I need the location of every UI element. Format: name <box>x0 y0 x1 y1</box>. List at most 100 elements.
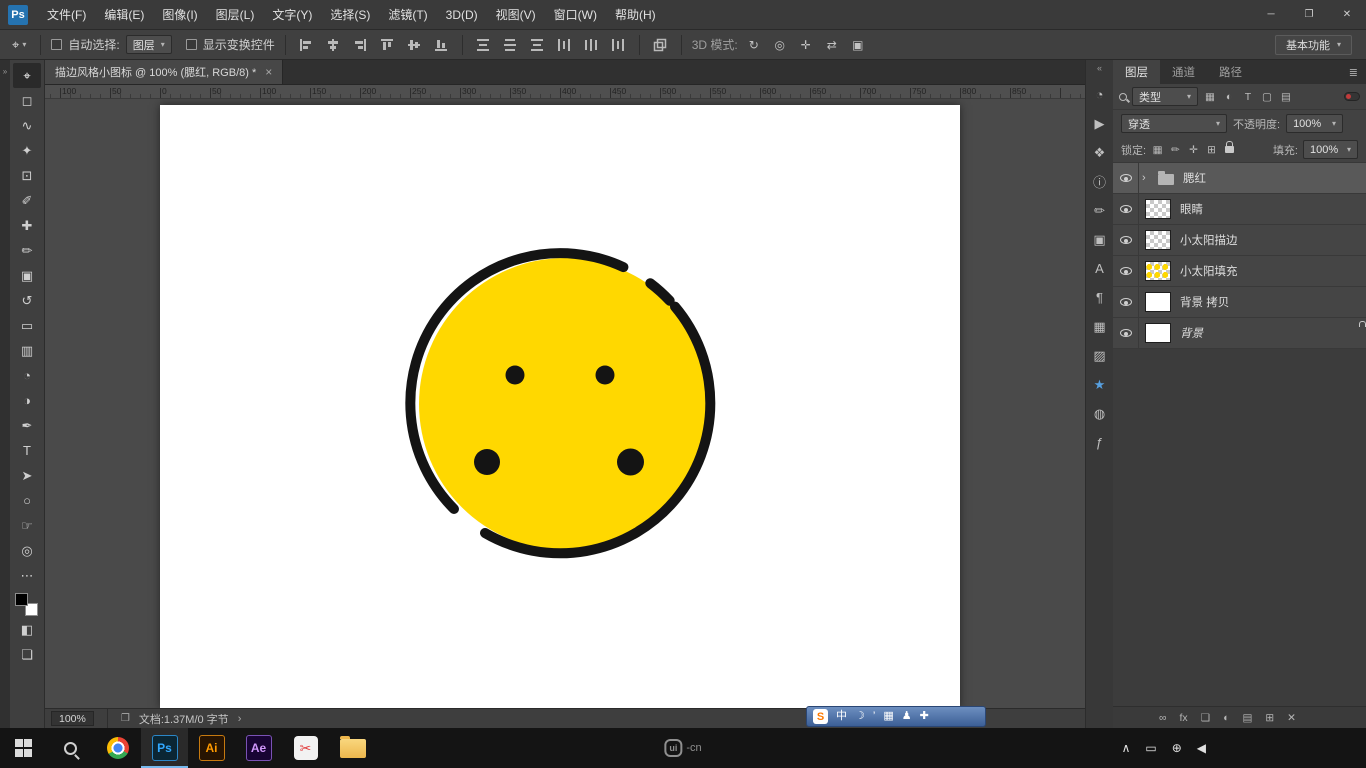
canvas[interactable] <box>160 105 960 708</box>
edit-toolbar-button[interactable]: ⋯ <box>13 563 41 588</box>
tray-show-hidden-icon[interactable]: ∧ <box>1122 741 1131 755</box>
align-left-icon[interactable] <box>296 34 317 55</box>
collapse-toolbar-icon[interactable]: » <box>3 67 7 76</box>
lock-all-icon[interactable] <box>1225 141 1235 153</box>
align-vcenter-icon[interactable] <box>404 34 425 55</box>
filter-shape-icon[interactable]: ▢ <box>1260 91 1274 103</box>
layer-visibility-toggle[interactable] <box>1113 163 1139 193</box>
auto-select-target-dropdown[interactable]: 图层 ▾ <box>125 35 172 54</box>
show-transform-checkbox[interactable] <box>185 39 197 50</box>
menu-3d[interactable]: 3D(D) <box>437 0 487 29</box>
clone-stamp-tool[interactable]: ▣ <box>13 263 41 288</box>
filter-kind-dropdown[interactable]: 类型 ▾ <box>1132 87 1198 106</box>
brush-settings-panel-icon[interactable]: ✏ <box>1088 199 1112 222</box>
tab-layers[interactable]: 图层 <box>1113 60 1160 84</box>
menu-view[interactable]: 视图(V) <box>487 0 545 29</box>
ime-chinese-mode[interactable]: 中 <box>836 711 847 722</box>
document-tab[interactable]: 描边风格小图标 @ 100% (腮红, RGB/8) * × <box>45 60 284 84</box>
healing-brush-tool[interactable]: ✚ <box>13 213 41 238</box>
layer-row[interactable]: › 腮红 <box>1113 163 1366 194</box>
layer-mask-button[interactable]: ❏ <box>1201 712 1210 724</box>
foreground-color-swatch[interactable] <box>15 593 28 606</box>
distribute-left-icon[interactable] <box>554 34 575 55</box>
layer-row[interactable]: › 小太阳描边 <box>1113 225 1366 256</box>
tray-tablet-icon[interactable]: ▭ <box>1145 741 1156 755</box>
history-brush-tool[interactable]: ↺ <box>13 288 41 313</box>
lock-position-icon[interactable]: ✛ <box>1187 144 1200 156</box>
distribute-right-icon[interactable] <box>608 34 629 55</box>
info-panel-icon[interactable]: ⓘ <box>1088 170 1112 193</box>
taskbar-search-button[interactable] <box>47 728 94 768</box>
auto-align-layers-icon[interactable] <box>650 34 671 55</box>
zoom-tool[interactable]: ◎ <box>13 538 41 563</box>
brush-tool[interactable]: ✏ <box>13 238 41 263</box>
screen-mode-button[interactable]: ❏ <box>13 642 41 667</box>
filter-pixel-icon[interactable]: ▦ <box>1203 91 1217 103</box>
swatches-panel-icon[interactable]: ▦ <box>1088 315 1112 338</box>
marquee-tool[interactable]: ◻ <box>13 88 41 113</box>
menu-file[interactable]: 文件(F) <box>38 0 95 29</box>
distribute-vcenter-icon[interactable] <box>500 34 521 55</box>
clone-source-panel-icon[interactable]: ▣ <box>1088 228 1112 251</box>
taskbar-illustrator[interactable]: Ai <box>188 728 235 768</box>
quick-selection-tool[interactable]: ✦ <box>13 138 41 163</box>
quick-mask-button[interactable]: ◧ <box>13 617 41 642</box>
dodge-tool[interactable]: ◑ <box>13 388 41 413</box>
sogou-logo[interactable]: S <box>813 709 828 724</box>
ime-skin[interactable]: ♟ <box>902 711 912 722</box>
history-panel-icon[interactable]: ◔ <box>1088 83 1112 106</box>
group-disclosure-icon[interactable]: › <box>1142 172 1154 184</box>
blend-mode-dropdown[interactable]: 穿透 ▾ <box>1121 114 1227 133</box>
type-tool[interactable]: T <box>13 438 41 463</box>
align-bottom-icon[interactable] <box>431 34 452 55</box>
distribute-bottom-icon[interactable] <box>527 34 548 55</box>
styles-panel-icon[interactable]: ▨ <box>1088 344 1112 367</box>
filter-type-icon[interactable]: T <box>1241 91 1255 103</box>
taskbar-photoshop[interactable]: Ps <box>141 728 188 768</box>
layer-style-button[interactable]: fx <box>1180 712 1188 724</box>
filter-adjustment-icon[interactable]: ◐ <box>1222 91 1236 103</box>
delete-layer-button[interactable]: ✕ <box>1287 712 1296 724</box>
distribute-hcenter-icon[interactable] <box>581 34 602 55</box>
menu-window[interactable]: 窗口(W) <box>545 0 606 29</box>
layer-list-empty-area[interactable] <box>1113 349 1366 706</box>
menu-layer[interactable]: 图层(L) <box>207 0 264 29</box>
align-hcenter-icon[interactable] <box>323 34 344 55</box>
panel-menu-icon[interactable]: ≣ <box>1349 66 1366 79</box>
3d-roll-icon[interactable]: ◎ <box>770 35 790 55</box>
lock-transparent-icon[interactable]: ▦ <box>1151 144 1164 156</box>
layer-row[interactable]: › 眼睛 <box>1113 194 1366 225</box>
blur-tool[interactable]: ◔ <box>13 363 41 388</box>
align-top-icon[interactable] <box>377 34 398 55</box>
layer-row[interactable]: › 小太阳填充 <box>1113 256 1366 287</box>
path-selection-tool[interactable]: ➤ <box>13 463 41 488</box>
3d-slide-icon[interactable]: ⇄ <box>822 35 842 55</box>
favorites-panel-icon[interactable]: ★ <box>1088 373 1112 396</box>
lasso-tool[interactable]: ∿ <box>13 113 41 138</box>
taskbar-aftereffects[interactable]: Ae <box>235 728 282 768</box>
close-tab-icon[interactable]: × <box>265 65 272 79</box>
ime-toolbox[interactable]: ✚ <box>920 711 929 722</box>
adjustments-panel-icon[interactable]: ❖ <box>1088 141 1112 164</box>
libraries-panel-icon[interactable]: ◍ <box>1088 402 1112 425</box>
tray-volume-icon[interactable]: ◀ <box>1197 741 1206 755</box>
color-swatches[interactable] <box>15 593 39 617</box>
menu-image[interactable]: 图像(I) <box>153 0 206 29</box>
status-expand-icon[interactable]: › <box>238 713 242 725</box>
menu-edit[interactable]: 编辑(E) <box>95 0 153 29</box>
ime-punctuation[interactable]: ’ <box>873 711 875 722</box>
lock-pixels-icon[interactable]: ✏ <box>1169 144 1182 156</box>
layer-visibility-toggle[interactable] <box>1113 318 1139 348</box>
ime-soft-keyboard[interactable]: ▦ <box>883 711 893 722</box>
ime-fullhalf-moon[interactable]: ☽ <box>855 711 865 722</box>
distribute-top-icon[interactable] <box>473 34 494 55</box>
link-layers-button[interactable]: ∞ <box>1159 712 1167 724</box>
toolbar-collapse-strip[interactable]: » <box>0 60 10 728</box>
3d-rotate-icon[interactable]: ↻ <box>744 35 764 55</box>
pen-tool[interactable]: ✒ <box>13 413 41 438</box>
menu-help[interactable]: 帮助(H) <box>606 0 665 29</box>
fill-dropdown[interactable]: 100% ▾ <box>1303 140 1358 159</box>
taskbar-file-explorer[interactable] <box>329 728 376 768</box>
eraser-tool[interactable]: ▭ <box>13 313 41 338</box>
lock-artboard-icon[interactable]: ⊞ <box>1205 144 1218 156</box>
